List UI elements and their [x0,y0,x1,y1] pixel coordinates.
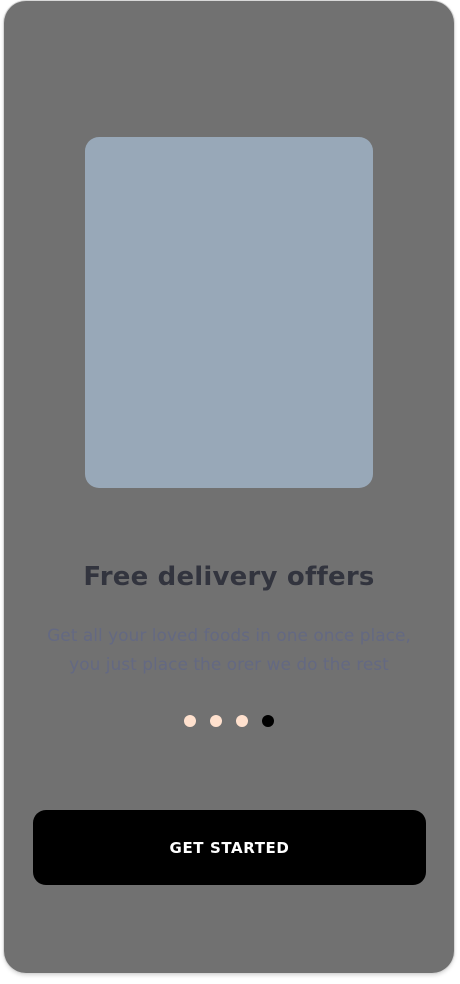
onboarding-image-placeholder [85,137,373,488]
get-started-button[interactable]: GET STARTED [33,810,426,885]
page-dot-2[interactable] [210,715,222,727]
page-dot-1[interactable] [184,715,196,727]
onboarding-title: Free delivery offers [83,562,375,592]
onboarding-subtitle: Get all your loved foods in one once pla… [24,622,434,680]
onboarding-screen: Free delivery offers Get all your loved … [4,1,454,973]
onboarding-subtitle-line-1: Get all your loved foods in one once pla… [47,626,411,646]
page-indicator [4,715,454,727]
page-dot-3[interactable] [236,715,248,727]
onboarding-subtitle-line-2: you just place the orer we do the rest [69,655,389,675]
page-dot-4-active[interactable] [262,715,274,727]
